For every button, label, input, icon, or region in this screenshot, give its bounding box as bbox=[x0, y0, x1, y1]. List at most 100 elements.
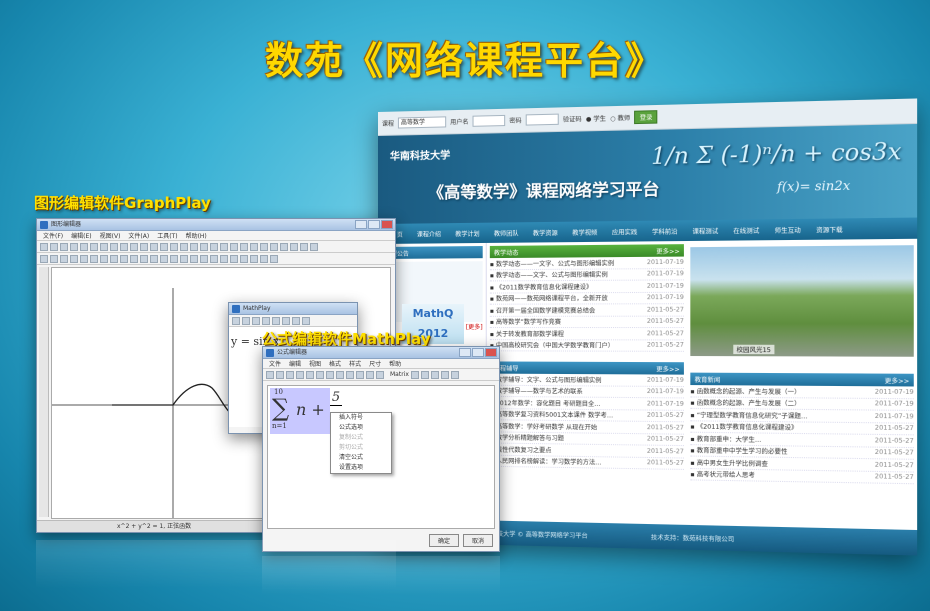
edu-title: ▪ 函数概念的起源、产生与发展（二） bbox=[690, 398, 800, 408]
news-date: 2011-07-19 bbox=[647, 294, 684, 301]
graph-toolbar-2 bbox=[37, 253, 395, 265]
news-row[interactable]: ▪ 教学动态——文字、公式与图形编辑实例 2011-07-19 bbox=[490, 268, 684, 281]
cancel-button[interactable]: 取消 bbox=[463, 534, 493, 547]
tutor-more[interactable]: 更多>> bbox=[656, 364, 679, 373]
course-select[interactable]: 高等数学 bbox=[398, 116, 446, 128]
tutor-title: ▪ 教学辅导——数学与艺术的联系 bbox=[490, 386, 583, 396]
news-date: 2011-05-27 bbox=[647, 342, 684, 349]
graph-menu-1[interactable]: 编辑(E) bbox=[71, 231, 91, 240]
radio-teacher[interactable]: ○ 教师 bbox=[610, 113, 630, 123]
formula-body: n + bbox=[296, 400, 325, 419]
tutor-title: ▪ 人民网排名榜解读：学习数学的方法… bbox=[490, 456, 602, 467]
password-input[interactable] bbox=[526, 114, 559, 126]
graph-status-text: x^2 + y^2 = 1, 正弦函数 bbox=[117, 523, 191, 530]
graph-menu-0[interactable]: 文件(F) bbox=[43, 231, 63, 240]
math-menu-3[interactable]: 格式 bbox=[329, 359, 341, 368]
news-row[interactable]: ▪ 高等数学”数学写作竞赛 2011-05-27 bbox=[490, 316, 684, 328]
maximize-button[interactable] bbox=[368, 220, 380, 229]
graph-menu-4[interactable]: 工具(T) bbox=[157, 231, 177, 240]
edu-date: 2011-07-19 bbox=[875, 400, 914, 408]
edu-title: ▪ 高中男女生升学比例调查 bbox=[690, 457, 768, 468]
nav-item-2[interactable]: 教学计划 bbox=[448, 228, 487, 238]
app-icon bbox=[40, 221, 48, 229]
math-menu-2[interactable]: 视图 bbox=[309, 359, 321, 368]
nav-item-4[interactable]: 教学资源 bbox=[526, 227, 565, 237]
nav-item-11[interactable]: 资源下载 bbox=[808, 224, 850, 234]
context-menu: 插入符号 公式选项 复制公式 剪切公式 清空公式 设置选项 bbox=[330, 412, 392, 474]
edu-date: 2011-05-27 bbox=[875, 461, 914, 469]
math-menu-4[interactable]: 样式 bbox=[349, 359, 361, 368]
news-date: 2011-07-19 bbox=[647, 282, 684, 289]
news-date: 2011-05-27 bbox=[647, 318, 684, 325]
context-menu-item[interactable]: 插入符号 bbox=[331, 413, 391, 423]
math-minimize-button[interactable] bbox=[459, 348, 471, 357]
news-date: 2011-07-19 bbox=[647, 258, 684, 266]
page-title: 数苑《网络课程平台》 bbox=[0, 30, 930, 85]
tutor-date: 2011-05-27 bbox=[647, 424, 684, 432]
context-menu-item[interactable]: 清空公式 bbox=[331, 453, 391, 463]
tutor-date: 2011-05-27 bbox=[647, 412, 684, 420]
context-menu-item[interactable]: 复制公式 bbox=[331, 433, 391, 443]
graph-menu-3[interactable]: 文件(A) bbox=[128, 231, 149, 240]
nav-item-5[interactable]: 教学视频 bbox=[565, 227, 605, 237]
course-label: 课程 bbox=[382, 119, 394, 128]
graph-window-title: 图形编辑器 bbox=[51, 221, 81, 228]
math-menu-6[interactable]: 帮助 bbox=[389, 359, 401, 368]
vertical-ruler bbox=[39, 267, 49, 517]
edu-date: 2011-07-19 bbox=[875, 388, 914, 396]
math-menu-1[interactable]: 编辑 bbox=[289, 359, 301, 368]
edu-title: ▪ 教育部重申中学生学习的必要性 bbox=[690, 445, 787, 456]
university-name: 华南科技大学 bbox=[390, 146, 450, 162]
math-maximize-button[interactable] bbox=[472, 348, 484, 357]
username-label: 用户名 bbox=[450, 117, 468, 127]
news-more[interactable]: 更多>> bbox=[656, 246, 679, 256]
news-title: ▪ 教学动态——文字、公式与图形编辑实例 bbox=[490, 270, 608, 280]
nav-item-1[interactable]: 课程介绍 bbox=[410, 229, 448, 238]
news-title: ▪ 数学动态——一文字、公式与图形编辑实例 bbox=[490, 258, 614, 268]
formula-editor-area[interactable]: 10 ∑ n=1 n + 5 n 插入符号公式选项复制公式剪切公式清空公式设置选… bbox=[267, 385, 495, 529]
news-row[interactable]: ▪ 数苑网——数苑网络课程平台，全新开放 2011-07-19 bbox=[490, 292, 684, 304]
math-menu-0[interactable]: 文件 bbox=[269, 359, 281, 368]
graph-menu-2[interactable]: 视图(V) bbox=[100, 231, 121, 240]
nav-item-6[interactable]: 应用实践 bbox=[605, 226, 645, 236]
context-menu-item[interactable]: 剪切公式 bbox=[331, 443, 391, 453]
edu-date: 2011-05-27 bbox=[875, 437, 914, 445]
news-row[interactable]: ▪ 中国高校研究会（中国大学数学教育门户） 2011-05-27 bbox=[490, 340, 684, 352]
tutor-row[interactable]: ▪ 人民网排名榜解读：学习数学的方法… 2011-05-27 bbox=[490, 455, 684, 470]
radio-student[interactable]: ● 学生 bbox=[586, 113, 606, 123]
tutor-title: ▪ 2012年数学：容化题目 考研题目全… bbox=[490, 398, 601, 408]
close-button[interactable] bbox=[381, 220, 393, 229]
username-input[interactable] bbox=[473, 115, 506, 127]
nav-item-9[interactable]: 在线测试 bbox=[726, 225, 767, 235]
math-close-button[interactable] bbox=[485, 348, 497, 357]
context-menu-item[interactable]: 公式选项 bbox=[331, 423, 391, 433]
reflection bbox=[262, 556, 500, 596]
login-button[interactable]: 登录 bbox=[634, 110, 657, 124]
platform-title: 《高等数学》课程网络学习平台 bbox=[428, 175, 659, 203]
news-row[interactable]: ▪ 《2011数学教育信息化课程建设》 2011-07-19 bbox=[490, 280, 684, 293]
graph-menu-5[interactable]: 帮助(H) bbox=[186, 231, 207, 240]
news-row[interactable]: ▪ 召开第一届全国数学建模竞赛总结会 2011-05-27 bbox=[490, 304, 684, 316]
captcha-label: 验证码 bbox=[563, 114, 582, 124]
math-menu-5[interactable]: 尺寸 bbox=[369, 359, 381, 368]
tutor-date: 2011-05-27 bbox=[647, 436, 684, 444]
nav-item-10[interactable]: 师生互动 bbox=[767, 225, 809, 235]
minimize-button[interactable] bbox=[355, 220, 367, 229]
tutor-title: ▪ 高等数学复习资料5001文本课件 数学考… bbox=[490, 409, 613, 419]
nav-item-7[interactable]: 学科前沿 bbox=[645, 226, 685, 236]
news-title: ▪ 召开第一届全国数学建模竞赛总结会 bbox=[490, 305, 595, 314]
nav-item-8[interactable]: 课程测试 bbox=[685, 226, 726, 236]
edu-row[interactable]: ▪ 高考状元带给人思考 2011-05-27 bbox=[690, 468, 913, 484]
matrix-tool[interactable]: Matrix bbox=[390, 371, 409, 378]
tutor-title: ▪ 数学辅导：文字、公式与图形编辑实例 bbox=[490, 374, 602, 384]
edu-more[interactable]: 更多>> bbox=[885, 375, 910, 385]
graphplay-label: 图形编辑软件GraphPlay bbox=[34, 192, 211, 213]
sum-lower: n=1 bbox=[272, 422, 287, 430]
nav-item-3[interactable]: 教师团队 bbox=[487, 228, 526, 238]
edu-date: 2011-07-19 bbox=[875, 412, 914, 420]
tutor-date: 2011-05-27 bbox=[647, 447, 684, 455]
context-menu-item[interactable]: 设置选项 bbox=[331, 463, 391, 473]
ok-button[interactable]: 确定 bbox=[429, 534, 459, 547]
news-row[interactable]: ▪ 关于转发教育部数学课程 2011-05-27 bbox=[490, 328, 684, 340]
news-title: ▪ 《2011数学教育信息化课程建设》 bbox=[490, 282, 592, 292]
